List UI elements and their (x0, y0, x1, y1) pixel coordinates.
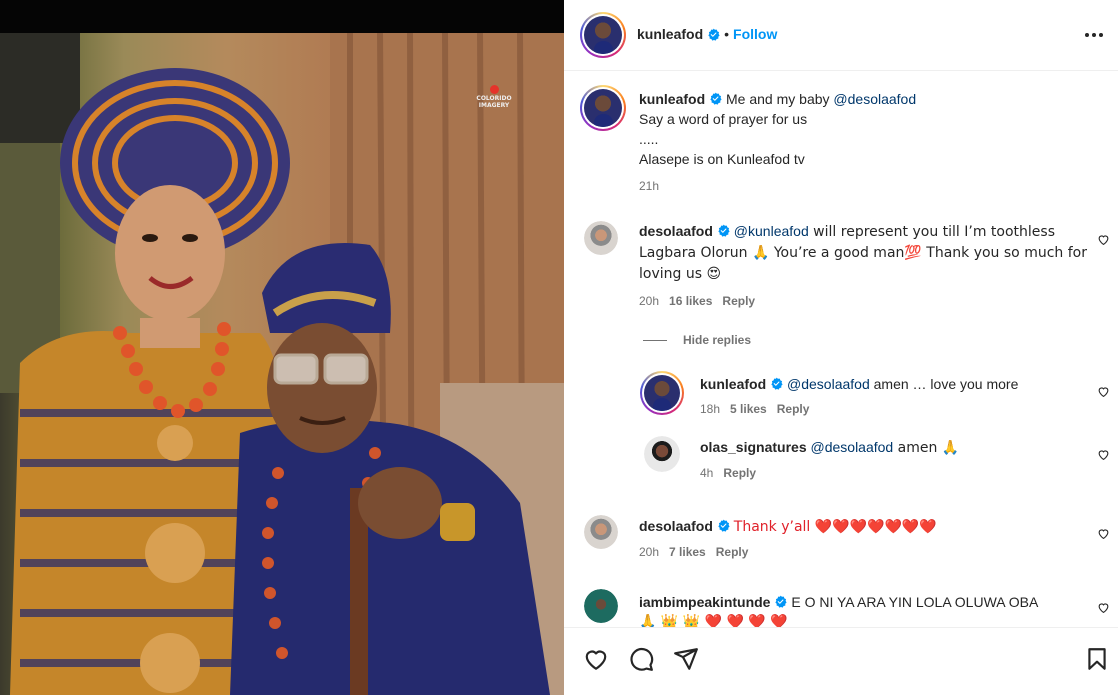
photo-top-bar (0, 0, 564, 33)
comment-text-block: iambimpeakintunde E O NI YA ARA YIN LOLA… (639, 592, 1089, 612)
comment-text-block: desolaafod @kunleafod will represent you… (639, 221, 1089, 284)
caption-username[interactable]: kunleafod (639, 91, 705, 107)
comment-avatar[interactable] (584, 589, 618, 623)
photo-watermark: COLORIDO IMAGERY (474, 85, 514, 109)
caption-line-2: Say a word of prayer for us (639, 111, 808, 127)
verified-badge-icon (710, 92, 722, 105)
comment-text-block: desolaafod Thank y’all ❤️❤️❤️❤️❤️❤️❤️ (639, 516, 1089, 537)
comment-text-line-2: 🙏 👑 👑 ❤️ ❤️ ❤️ ❤️ (639, 614, 788, 627)
reply-avatar-image (644, 375, 680, 411)
comment-avatar[interactable] (584, 515, 618, 549)
caption-text: Me and my baby (726, 91, 834, 107)
post-photo-pane: COLORIDO IMAGERY (0, 0, 564, 695)
post-photo-illustration (0, 33, 564, 695)
action-bar (564, 627, 1118, 695)
comment-avatar-image (584, 589, 618, 623)
caption-time[interactable]: 21h (639, 179, 1099, 193)
comment-likes[interactable]: 7 likes (669, 545, 706, 559)
comment-username[interactable]: desolaafod (639, 223, 713, 239)
caption-avatar-image (584, 89, 622, 127)
bookmark-icon[interactable] (1084, 646, 1110, 672)
heart-icon[interactable] (1097, 385, 1110, 398)
reply-meta: 18h 5 likes Reply (700, 402, 1090, 416)
comment-text: Thank y’all ❤️❤️❤️❤️❤️❤️❤️ (733, 519, 937, 535)
reply-meta: 4h Reply (700, 466, 1090, 480)
watermark-sub: IMAGERY (478, 102, 510, 109)
verified-badge-icon (718, 519, 730, 532)
reply-body: olas_signatures @desolaafod amen 🙏 4h Rep… (700, 437, 1090, 480)
caption-mention[interactable]: @desolaafod (833, 91, 916, 107)
heart-icon[interactable] (1097, 601, 1110, 614)
reply-avatar-image (644, 436, 680, 472)
caption-line-4: Alasepe is on Kunleafod tv (639, 151, 805, 167)
watermark-logo-icon (489, 85, 499, 94)
reply-time[interactable]: 18h (700, 402, 720, 416)
more-options-icon[interactable] (1085, 26, 1103, 44)
comment-time[interactable]: 20h (639, 545, 659, 559)
reply-avatar[interactable] (644, 436, 680, 472)
reply-username[interactable]: olas_signatures (700, 439, 807, 455)
reply-mention[interactable]: @desolaafod (787, 376, 870, 392)
comment-time[interactable]: 20h (639, 294, 659, 308)
comment-body: iambimpeakintunde E O NI YA ARA YIN LOLA… (639, 592, 1089, 627)
heart-icon[interactable] (1097, 448, 1110, 461)
comment-avatar-image (584, 515, 618, 549)
comment-reply-button[interactable]: Reply (716, 545, 749, 559)
hide-replies-label: Hide replies (683, 333, 752, 347)
verified-badge-icon (718, 224, 730, 237)
comment-reply-button[interactable]: Reply (722, 294, 755, 308)
header-avatar[interactable] (580, 12, 626, 58)
reply-reply-button[interactable]: Reply (723, 466, 756, 480)
heart-icon[interactable] (1097, 233, 1110, 246)
caption-line-3: ..... (639, 131, 659, 147)
reply-text-block: olas_signatures @desolaafod amen 🙏 (700, 437, 1090, 458)
share-icon[interactable] (673, 646, 699, 672)
comments-list[interactable]: kunleafod Me and my baby @desolaafod Say… (564, 71, 1118, 627)
hide-replies-line (643, 339, 667, 341)
header-avatar-image (584, 16, 622, 54)
caption-body: kunleafod Me and my baby @desolaafod Say… (639, 89, 1099, 193)
reply-username[interactable]: kunleafod (700, 376, 766, 392)
follow-button[interactable]: Follow (733, 26, 777, 42)
comment-meta: 20h 16 likes Reply (639, 294, 1089, 308)
caption-line-1: kunleafod Me and my baby @desolaafod (639, 89, 1099, 109)
post-header: kunleafod • Follow (564, 0, 1118, 71)
comment-username[interactable]: iambimpeakintunde (639, 594, 770, 610)
comment-username[interactable]: desolaafod (639, 518, 713, 534)
comment-avatar-image (584, 221, 618, 255)
watermark-brand: COLORIDO (476, 95, 512, 102)
comment-avatar[interactable] (584, 221, 618, 255)
verified-badge-icon (775, 595, 788, 608)
comment-meta: 20h 7 likes Reply (639, 545, 1089, 559)
comment-likes[interactable]: 16 likes (669, 294, 712, 308)
header-username[interactable]: kunleafod (637, 26, 703, 42)
comment-body: desolaafod Thank y’all ❤️❤️❤️❤️❤️❤️❤️ 20… (639, 516, 1089, 559)
header-user-line: kunleafod • Follow (637, 26, 777, 42)
verified-badge-icon (771, 377, 783, 390)
heart-icon[interactable] (583, 646, 609, 672)
hide-replies-button[interactable]: Hide replies (643, 333, 751, 347)
heart-icon[interactable] (1097, 527, 1110, 540)
post-side-panel: kunleafod • Follow kunleafod Me and my b… (564, 0, 1118, 695)
caption-avatar[interactable] (580, 85, 626, 131)
post-photo[interactable]: COLORIDO IMAGERY (0, 33, 564, 695)
header-separator: • (724, 26, 730, 42)
reply-reply-button[interactable]: Reply (777, 402, 810, 416)
reply-text: amen … love you more (869, 376, 1019, 392)
comment-icon[interactable] (628, 646, 654, 672)
comment-text: E O NI YA ARA YIN LOLA OLUWA OBA (791, 594, 1039, 610)
comment-mention[interactable]: @kunleafod (734, 223, 809, 239)
reply-body: kunleafod @desolaafod amen … love you mo… (700, 374, 1090, 416)
reply-likes[interactable]: 5 likes (730, 402, 767, 416)
reply-mention[interactable]: @desolaafod (811, 439, 894, 455)
reply-time[interactable]: 4h (700, 466, 713, 480)
reply-text-block: kunleafod @desolaafod amen … love you mo… (700, 374, 1090, 394)
verified-badge-icon (708, 28, 720, 41)
reply-text: amen 🙏 (893, 440, 960, 456)
reply-avatar[interactable] (640, 371, 684, 415)
comment-body: desolaafod @kunleafod will represent you… (639, 221, 1089, 308)
